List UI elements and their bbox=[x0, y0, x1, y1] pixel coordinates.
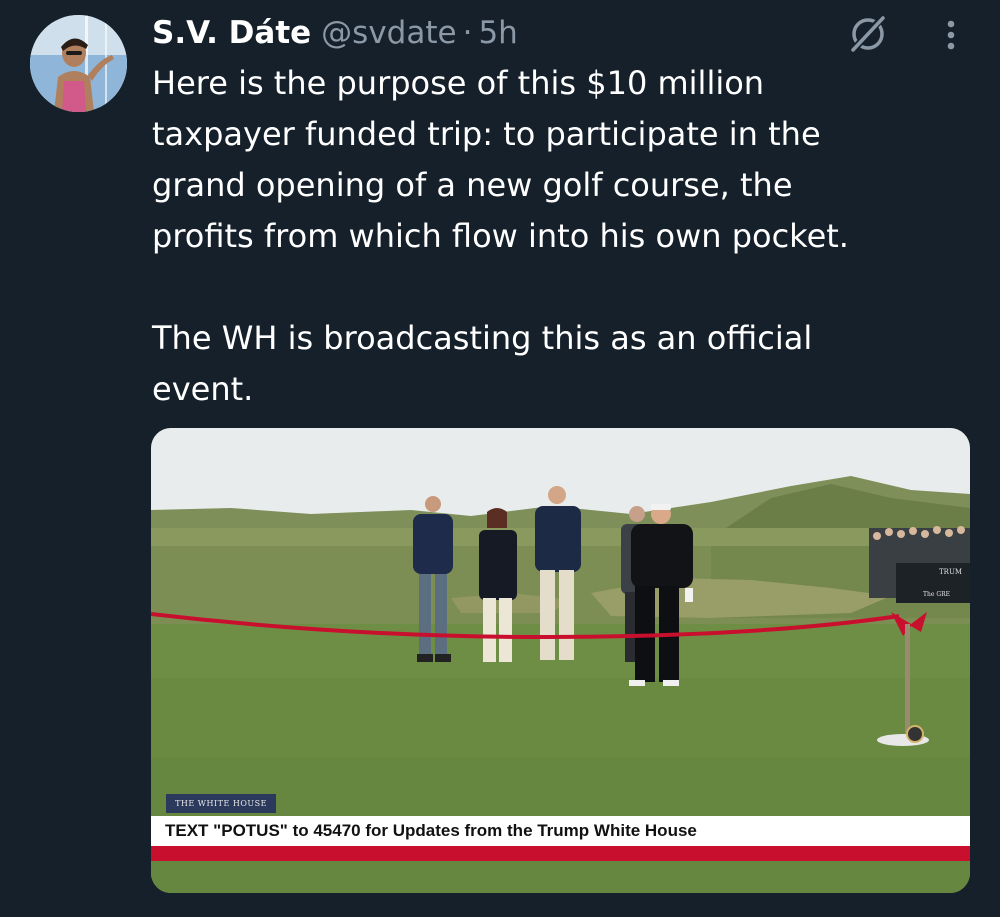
source-tag: THE WHITE HOUSE bbox=[166, 794, 276, 813]
grok-icon[interactable] bbox=[846, 12, 890, 56]
sign-text-2: The GRE bbox=[923, 591, 950, 598]
author-handle[interactable]: @svdate bbox=[321, 12, 456, 54]
broadcast-banner: TEXT "POTUS" to 45470 for Updates from t… bbox=[151, 816, 970, 846]
tweet-paragraph-2: The WH is broadcasting this as an offici… bbox=[152, 319, 813, 408]
header-separator: · bbox=[462, 15, 473, 51]
tweet-media[interactable]: TRUM The GRE THE WHITE HOUSE TEXT "POTUS… bbox=[151, 428, 970, 893]
banner-red-stripe bbox=[151, 846, 970, 861]
avatar-image bbox=[30, 15, 127, 112]
author-name[interactable]: S.V. Dáte bbox=[152, 12, 311, 54]
tweet-text: Here is the purpose of this $10 million … bbox=[152, 58, 952, 415]
tweet-timestamp[interactable]: 5h bbox=[478, 12, 517, 54]
tweet[interactable]: S.V. Dáte @svdate · 5h Here is the purpo… bbox=[0, 0, 1000, 917]
tweet-header: S.V. Dáte @svdate · 5h bbox=[152, 12, 518, 54]
more-options-icon[interactable] bbox=[934, 14, 968, 54]
tweet-paragraph-1: Here is the purpose of this $10 million … bbox=[152, 64, 849, 255]
avatar[interactable] bbox=[30, 15, 127, 112]
sign-text-1: TRUM bbox=[939, 568, 962, 576]
